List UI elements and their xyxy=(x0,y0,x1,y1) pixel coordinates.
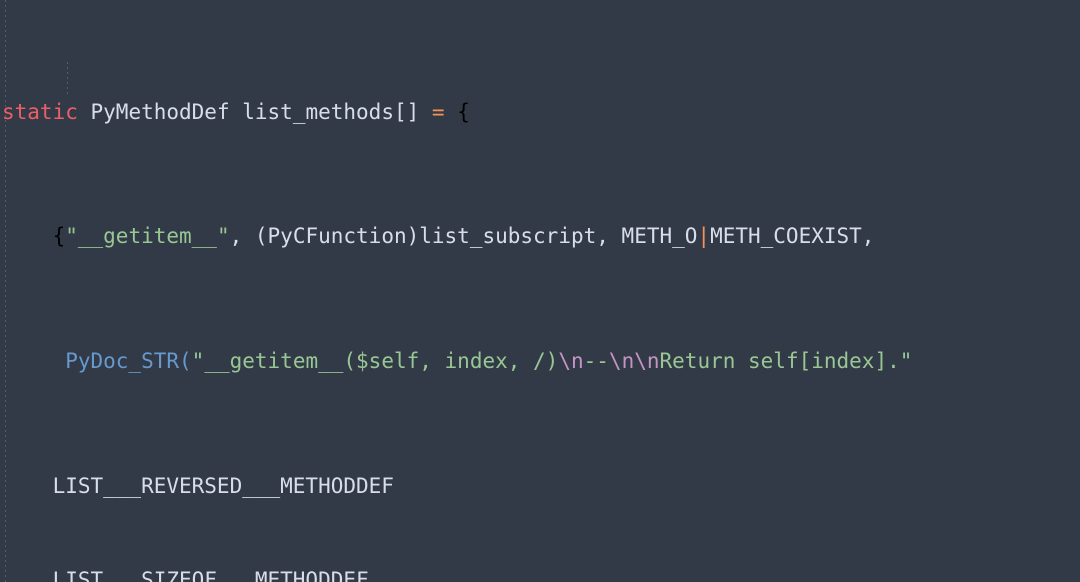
identifier-list-methods: list_methods[] xyxy=(242,99,420,124)
function-pydoc-str: PyDoc_STR xyxy=(65,349,180,374)
operator-assign: = xyxy=(431,99,445,124)
docstring-part-1: "__getitem__($self, index, /) xyxy=(191,349,559,374)
docstring-part-2: -- xyxy=(583,349,609,374)
docstring-part-3: Return self[index]." xyxy=(659,349,913,374)
brace-open: { xyxy=(52,224,66,249)
escape-newline-3: \n xyxy=(634,349,660,374)
string-getitem: "__getitem__" xyxy=(65,224,230,249)
code-line-2[interactable]: {"__getitem__", (PyCFunction)list_subscr… xyxy=(0,221,1080,252)
type-pymethoddef: PyMethodDef xyxy=(90,99,230,124)
paren-open: ( xyxy=(179,349,192,374)
keyword-static: static xyxy=(2,99,78,124)
escape-newline-2: \n xyxy=(608,349,635,374)
code-line-3[interactable]: PyDoc_STR("__getitem__($self, index, /)\… xyxy=(0,346,1080,377)
escape-newline-1: \n xyxy=(558,349,584,374)
code-line-1[interactable]: static PyMethodDef list_methods[] = { xyxy=(0,97,1080,128)
cast-and-fn-ref: , (PyCFunction)list_subscript, METH_O xyxy=(229,224,698,249)
operator-bitwise-or: | xyxy=(697,224,711,249)
code-content[interactable]: static PyMethodDef list_methods[] = { {"… xyxy=(0,0,1080,582)
code-line-5[interactable]: LIST___SIZEOF___METHODDEF xyxy=(0,565,1080,582)
flag-meth-coexist: METH_COEXIST, xyxy=(710,224,875,249)
code-editor-viewport[interactable]: static PyMethodDef list_methods[] = { {"… xyxy=(0,0,1080,582)
brace-open: { xyxy=(457,99,470,124)
code-line-4[interactable]: LIST___REVERSED___METHODDEF xyxy=(0,471,1080,502)
